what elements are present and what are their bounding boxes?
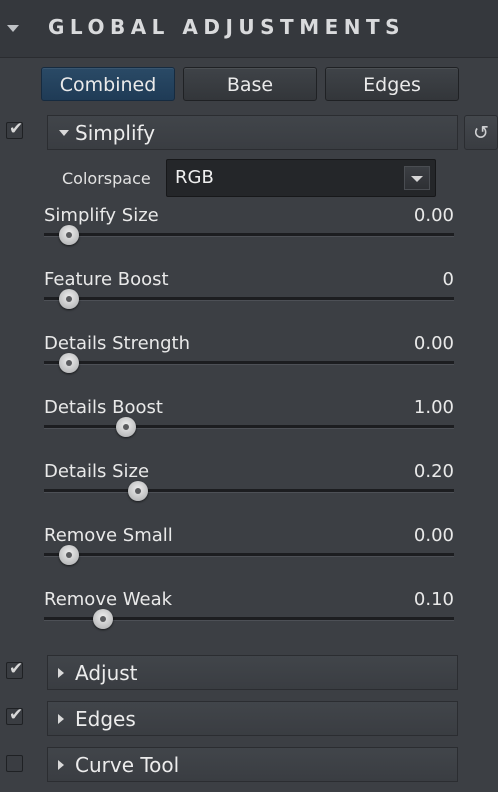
- section-label: Curve Tool: [75, 753, 180, 777]
- slider-value[interactable]: 0.00: [414, 205, 454, 226]
- panel-header[interactable]: GLOBAL ADJUSTMENTS: [0, 0, 498, 58]
- slider-track[interactable]: [44, 361, 454, 365]
- slider-details-size: Details Size 0.20: [44, 461, 456, 521]
- slider-value[interactable]: 0.00: [414, 333, 454, 354]
- slider-details-boost: Details Boost 1.00: [44, 397, 456, 457]
- slider-label: Details Boost: [44, 397, 163, 418]
- section-label: Adjust: [75, 661, 138, 685]
- section-adjust-header[interactable]: Adjust: [47, 655, 458, 690]
- slider-thumb[interactable]: [58, 289, 79, 309]
- colorspace-select[interactable]: RGB: [166, 159, 436, 197]
- curve-tool-checkbox[interactable]: [6, 755, 23, 772]
- tab-edges[interactable]: Edges: [325, 67, 459, 101]
- tab-base[interactable]: Base: [183, 67, 317, 101]
- slider-track[interactable]: [44, 233, 454, 237]
- section-simplify-header[interactable]: Simplify: [47, 115, 458, 150]
- slider-track[interactable]: [44, 489, 454, 493]
- chevron-down-icon: [411, 176, 423, 182]
- colorspace-label: Colorspace: [62, 169, 151, 188]
- check-icon: ✔: [9, 119, 24, 139]
- mode-tabs: Combined Base Edges: [41, 67, 459, 103]
- slider-details-strength: Details Strength 0.00: [44, 333, 456, 393]
- slider-simplify-size: Simplify Size 0.00: [44, 205, 456, 265]
- simplify-checkbox[interactable]: ✔: [6, 119, 24, 139]
- slider-track[interactable]: [44, 425, 454, 429]
- slider-feature-boost: Feature Boost 0: [44, 269, 456, 329]
- slider-value[interactable]: 0.20: [414, 461, 454, 482]
- slider-label: Details Strength: [44, 333, 190, 354]
- slider-value[interactable]: 1.00: [414, 397, 454, 418]
- colorspace-value: RGB: [175, 167, 214, 188]
- collapsed-arrow-icon: [58, 760, 64, 770]
- section-curve-tool-header[interactable]: Curve Tool: [47, 747, 458, 782]
- section-edges-header[interactable]: Edges: [47, 701, 458, 736]
- slider-label: Simplify Size: [44, 205, 159, 226]
- collapsed-arrow-icon: [58, 668, 64, 678]
- slider-label: Details Size: [44, 461, 150, 482]
- slider-value[interactable]: 0.10: [414, 589, 454, 610]
- slider-thumb[interactable]: [93, 609, 114, 629]
- check-icon: ✔: [9, 705, 24, 725]
- section-label: Edges: [75, 707, 136, 731]
- slider-label: Remove Weak: [44, 589, 173, 610]
- slider-remove-small: Remove Small 0.00: [44, 525, 456, 585]
- slider-value[interactable]: 0: [443, 269, 454, 290]
- section-label: Simplify: [75, 121, 156, 145]
- panel-title: GLOBAL ADJUSTMENTS: [48, 15, 406, 39]
- expanded-arrow-icon: [59, 130, 69, 136]
- slider-thumb[interactable]: [116, 417, 136, 437]
- slider-thumb[interactable]: [58, 225, 79, 245]
- adjust-checkbox[interactable]: ✔: [6, 659, 24, 679]
- slider-thumb[interactable]: [58, 353, 79, 373]
- collapse-arrow-icon[interactable]: [7, 25, 19, 32]
- slider-label: Feature Boost: [44, 269, 169, 290]
- slider-label: Remove Small: [44, 525, 173, 546]
- collapsed-arrow-icon: [58, 714, 64, 724]
- tab-combined[interactable]: Combined: [41, 67, 175, 101]
- dropdown-button[interactable]: [404, 166, 430, 190]
- slider-track[interactable]: [44, 553, 454, 557]
- reset-icon: ↺: [473, 122, 489, 144]
- slider-thumb[interactable]: [128, 481, 149, 501]
- slider-track[interactable]: [44, 297, 454, 301]
- check-icon: ✔: [9, 659, 24, 679]
- slider-thumb[interactable]: [58, 545, 79, 565]
- reset-button[interactable]: ↺: [464, 115, 498, 150]
- slider-value[interactable]: 0.00: [414, 525, 454, 546]
- slider-remove-weak: Remove Weak 0.10: [44, 589, 456, 649]
- edges-checkbox[interactable]: ✔: [6, 705, 24, 725]
